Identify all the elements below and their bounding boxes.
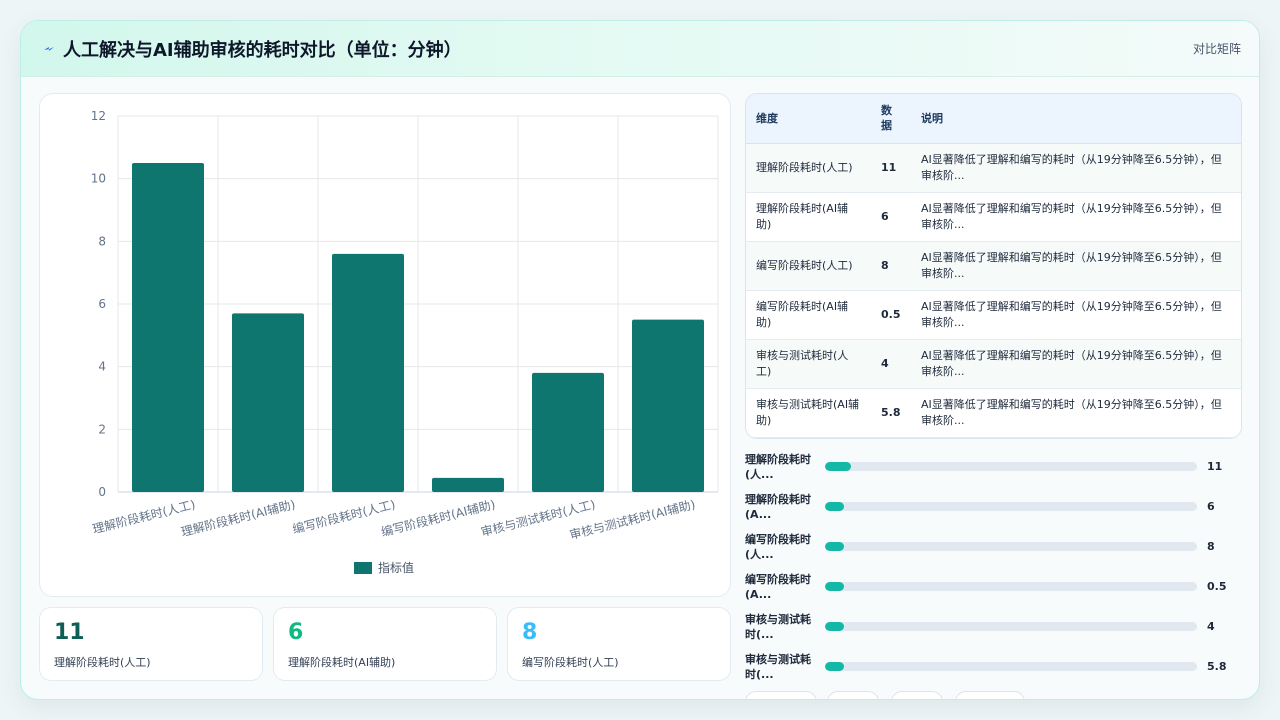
progress-row: 审核与测试耗时(... 4 <box>745 608 1235 644</box>
filter-chip[interactable] <box>827 691 879 699</box>
kpi-card: 8 编写阶段耗时(人工) <box>507 607 731 681</box>
y-tick-label: 10 <box>91 172 106 186</box>
table-row: 理解阶段耗时(人工) 11 AI显著降低了理解和编写的耗时（从19分钟降至6.5… <box>746 143 1241 193</box>
progress-fill <box>825 582 844 591</box>
progress-row: 编写阶段耗时(人... 8 <box>745 528 1235 564</box>
progress-value: 11 <box>1207 460 1223 473</box>
legend-label: 指标值 <box>378 560 414 575</box>
y-tick-label: 6 <box>98 297 106 311</box>
progress-row: 理解阶段耗时(A... 6 <box>745 488 1235 524</box>
bar-chart: 024681012理解阶段耗时(人工)理解阶段耗时(AI辅助)编写阶段耗时(人工… <box>91 109 719 575</box>
kpi-value: 11 <box>54 620 85 645</box>
cell-description: AI显著降低了理解和编写的耗时（从19分钟降至6.5分钟），但审核阶... <box>921 397 1222 427</box>
bar <box>632 319 704 492</box>
progress-track <box>825 622 1197 631</box>
progress-row: 编写阶段耗时(A... 0.5 <box>745 568 1235 604</box>
kpi-label: 理解阶段耗时(人工) <box>54 656 151 669</box>
progress-row: 审核与测试耗时(... 5.8 <box>745 648 1235 684</box>
cell-dimension: 审核与测试耗时(AI辅助) <box>756 397 860 427</box>
bar <box>132 163 204 492</box>
table-row: 编写阶段耗时(人工) 8 AI显著降低了理解和编写的耗时（从19分钟降至6.5分… <box>746 241 1241 291</box>
cell-value: 6 <box>871 192 911 242</box>
cell-value: 11 <box>871 143 911 193</box>
cell-dimension: 审核与测试耗时(人工) <box>756 348 849 378</box>
progress-value: 6 <box>1207 500 1215 513</box>
table-row: 编写阶段耗时(AI辅助) 0.5 AI显著降低了理解和编写的耗时（从19分钟降至… <box>746 290 1241 340</box>
filter-chip[interactable] <box>745 691 817 699</box>
table-header-row: 维度 数据 说明 <box>746 94 1241 144</box>
data-table: 维度 数据 说明 理解阶段耗时(人工) 11 AI显著降低了理解和编写的耗时（从… <box>745 93 1242 439</box>
cell-dimension: 编写阶段耗时(人工) <box>756 258 853 272</box>
kpi-label: 编写阶段耗时(人工) <box>522 656 619 669</box>
y-tick-label: 8 <box>98 234 106 248</box>
progress-track <box>825 502 1197 511</box>
kpi-value: 8 <box>522 620 538 645</box>
column-header: 说明 <box>911 94 1241 144</box>
bar <box>332 253 404 492</box>
progress-track <box>825 542 1197 551</box>
progress-row: 理解阶段耗时(人... 11 <box>745 448 1235 484</box>
matrix-link[interactable]: 对比矩阵 <box>1193 40 1241 57</box>
progress-label: 审核与测试耗时(... <box>745 613 811 641</box>
bar-chart-panel: 0 2 4 6 8 10 12 理解阶段耗时(人工) 理解阶段耗时(AI辅助) 编写阶段耗时(人工… <box>39 93 731 597</box>
cell-description: AI显著降低了理解和编写的耗时（从19分钟降至6.5分钟），但审核阶... <box>921 348 1222 378</box>
kpi-card: 6 理解阶段耗时(AI辅助) <box>273 607 497 681</box>
progress-fill <box>825 542 844 551</box>
y-tick-label: 2 <box>98 422 106 436</box>
bar <box>532 372 604 492</box>
y-tick-label: 4 <box>98 360 106 374</box>
progress-label: 理解阶段耗时(人... <box>745 453 811 481</box>
cell-description: AI显著降低了理解和编写的耗时（从19分钟降至6.5分钟），但审核阶... <box>921 250 1222 280</box>
cell-value: 8 <box>871 241 911 291</box>
table-row: 理解阶段耗时(AI辅助) 6 AI显著降低了理解和编写的耗时（从19分钟降至6.… <box>746 192 1241 242</box>
progress-fill <box>825 662 844 671</box>
bar <box>432 477 504 492</box>
lightning-icon <box>44 47 54 51</box>
table-row: 审核与测试耗时(人工) 4 AI显著降低了理解和编写的耗时（从19分钟降至6.5… <box>746 339 1241 389</box>
cell-dimension: 理解阶段耗时(人工) <box>756 160 853 174</box>
progress-fill <box>825 502 844 511</box>
cell-dimension: 理解阶段耗时(AI辅助) <box>756 201 849 231</box>
cell-value: 0.5 <box>871 290 911 340</box>
progress-track <box>825 662 1197 671</box>
progress-fill <box>825 622 844 631</box>
cell-description: AI显著降低了理解和编写的耗时（从19分钟降至6.5分钟），但审核阶... <box>921 299 1222 329</box>
progress-track <box>825 582 1197 591</box>
progress-value: 0.5 <box>1207 580 1227 593</box>
progress-value: 4 <box>1207 620 1215 633</box>
y-tick-label: 12 <box>91 109 106 123</box>
dashboard-card: 人工解决与AI辅助审核的耗时对比（单位：分钟） 对比矩阵 0 2 4 6 8 10 12 理解… <box>20 20 1260 700</box>
x-tick-label: 编写阶段耗时(AI辅助) <box>379 496 496 539</box>
progress-label: 编写阶段耗时(A... <box>745 573 811 601</box>
x-tick-label: 理解阶段耗时(AI辅助) <box>179 496 296 539</box>
legend-swatch <box>354 562 372 574</box>
table-row: 审核与测试耗时(AI辅助) 5.8 AI显著降低了理解和编写的耗时（从19分钟降… <box>746 388 1241 438</box>
cell-value: 5.8 <box>871 388 911 438</box>
cell-description: AI显著降低了理解和编写的耗时（从19分钟降至6.5分钟），但审核阶... <box>921 201 1222 231</box>
progress-label: 审核与测试耗时(... <box>745 653 811 681</box>
kpi-value: 6 <box>288 620 304 645</box>
progress-track <box>825 462 1197 471</box>
kpi-card: 11 理解阶段耗时(人工) <box>39 607 263 681</box>
filter-chip[interactable] <box>955 691 1025 699</box>
progress-value: 8 <box>1207 540 1215 553</box>
y-tick-label: 0 <box>98 485 106 499</box>
progress-value: 5.8 <box>1207 660 1227 673</box>
cell-description: AI显著降低了理解和编写的耗时（从19分钟降至6.5分钟），但审核阶... <box>921 152 1222 182</box>
page-title: 人工解决与AI辅助审核的耗时对比（单位：分钟） <box>63 40 462 61</box>
progress-label: 编写阶段耗时(人... <box>745 533 811 561</box>
cell-dimension: 编写阶段耗时(AI辅助) <box>756 299 849 329</box>
kpi-label: 理解阶段耗时(AI辅助) <box>288 656 396 669</box>
progress-label: 理解阶段耗时(A... <box>745 493 811 521</box>
column-header: 数据 <box>871 94 911 144</box>
filter-chip[interactable] <box>891 691 943 699</box>
cell-value: 4 <box>871 339 911 389</box>
bar <box>232 313 304 492</box>
card-header: 人工解决与AI辅助审核的耗时对比（单位：分钟） 对比矩阵 <box>21 21 1259 77</box>
progress-fill <box>825 462 852 471</box>
column-header: 维度 <box>746 94 871 144</box>
